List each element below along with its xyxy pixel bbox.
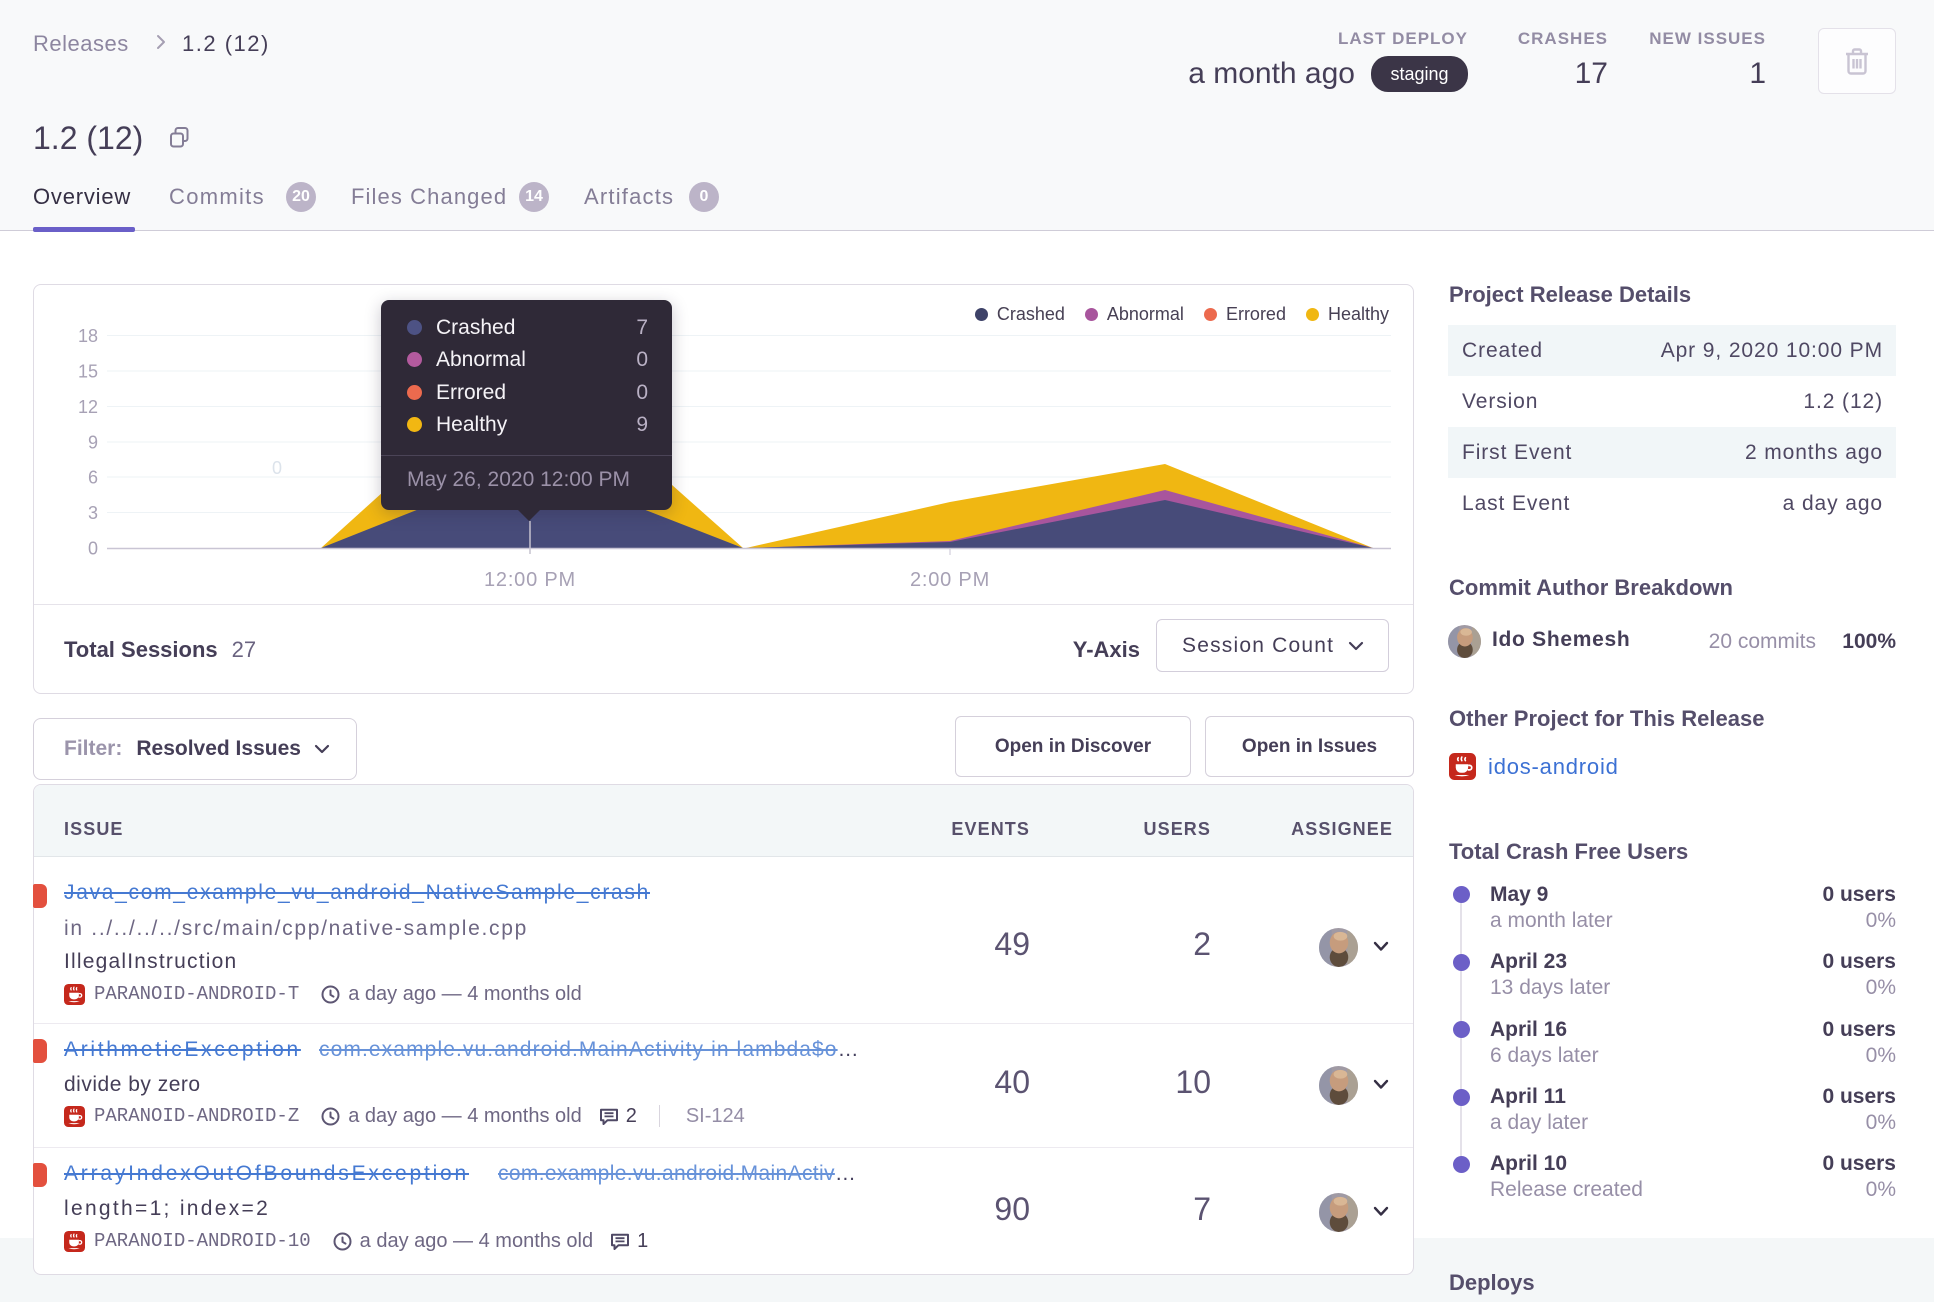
svg-text:18: 18: [78, 326, 98, 346]
svg-text:3: 3: [88, 503, 98, 523]
svg-text:12: 12: [78, 397, 98, 417]
svg-text:15: 15: [78, 362, 98, 382]
svg-text:2:00 PM: 2:00 PM: [910, 569, 990, 591]
svg-text:0: 0: [272, 458, 282, 478]
svg-text:6: 6: [88, 468, 98, 488]
svg-text:9: 9: [88, 433, 98, 453]
svg-text:12:00 PM: 12:00 PM: [484, 569, 576, 591]
svg-text:0: 0: [88, 539, 98, 559]
